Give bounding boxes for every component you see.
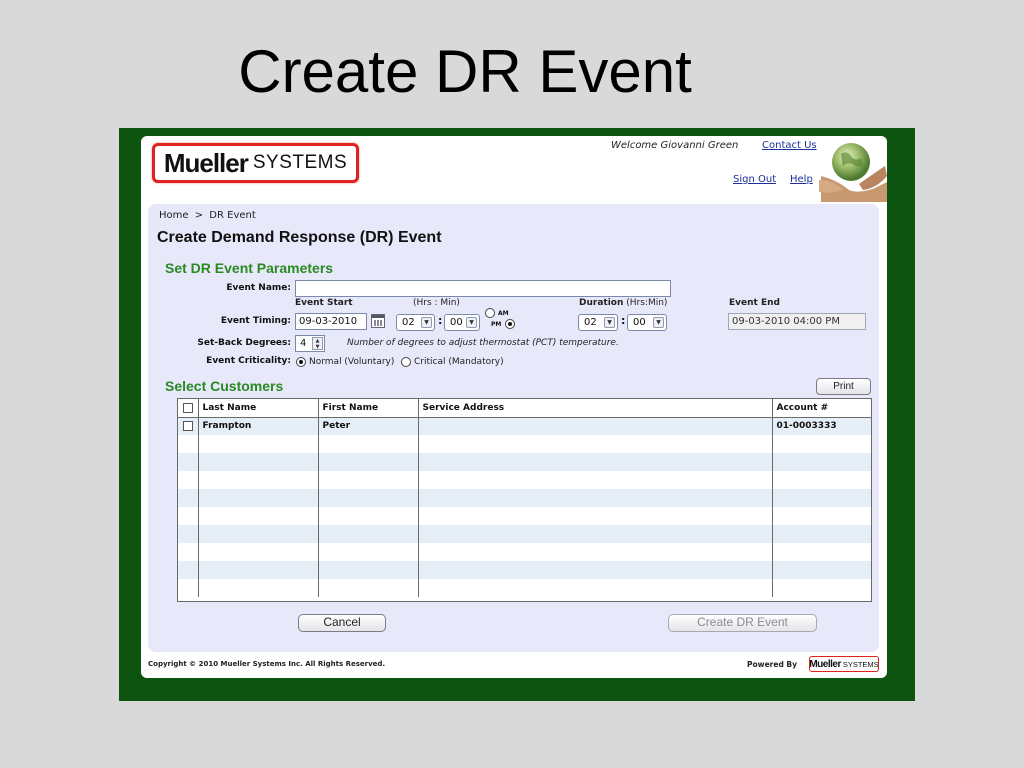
start-date-input[interactable]: 09-03-2010 [295,313,367,330]
setback-degrees-value: 4 [300,338,307,349]
help-link[interactable]: Help [790,174,813,185]
app-window: Mueller SYSTEMS Welcome Giovanni Green C… [141,136,887,678]
am-label: AM [498,310,509,317]
customers-table: Last Name First Name Service Address Acc… [177,398,872,602]
event-end-label-text: Event End [729,298,780,308]
start-hour-select[interactable]: 02 ▼ [396,314,435,331]
create-dr-event-button[interactable]: Create DR Event [668,614,817,632]
event-end-label: Event End [729,298,780,308]
table-row[interactable]: Frampton Peter 01-0003333 [178,417,871,435]
cell-service-address [417,417,772,435]
duration-minutes-select[interactable]: 00 ▼ [627,314,667,331]
duration-label: Duration (Hrs:Min) [579,298,667,308]
breadcrumb-separator: > [194,210,204,221]
stepper-buttons[interactable]: ▲ ▼ [312,337,323,350]
row-checkbox[interactable] [182,421,193,431]
event-name-label: Event Name: [226,283,291,293]
start-minute-value: 00 [450,317,463,328]
cancel-button[interactable]: Cancel [298,614,386,632]
copyright-text: Copyright © 2010 Mueller Systems Inc. Al… [148,660,386,668]
start-hour-value: 02 [402,317,415,328]
criticality-normal-label: Normal (Voluntary) [309,357,395,367]
empty-table-row [178,543,871,561]
criticality-critical-radio[interactable] [401,357,411,367]
breadcrumb-current: DR Event [209,210,256,221]
contact-us-link[interactable]: Contact Us [762,140,817,151]
event-criticality-label: Event Criticality: [206,356,291,366]
globe-in-hands-icon [819,136,887,202]
empty-table-row [178,561,871,579]
content-panel: Home > DR Event Create Demand Response (… [148,204,879,652]
mueller-logo[interactable]: Mueller SYSTEMS [152,143,359,183]
empty-table-row [178,453,871,471]
column-header-account[interactable]: Account # [771,399,871,418]
duration-hours-select[interactable]: 02 ▼ [578,314,618,331]
breadcrumb-home[interactable]: Home [159,210,189,221]
duration-minutes-value: 00 [633,317,646,328]
chevron-down-icon: ▼ [466,317,477,328]
powered-by-text: Powered By [747,660,798,669]
footer-logo-suffix: SYSTEMS [842,659,879,669]
setback-degrees-stepper[interactable]: 4 ▲ ▼ [295,335,325,352]
column-header-first-name[interactable]: First Name [317,399,418,418]
duration-unit-text: (Hrs:Min) [626,298,668,308]
column-header-service-address[interactable]: Service Address [417,399,772,418]
row-checkbox-cell [178,417,198,435]
stepper-down-icon[interactable]: ▼ [313,344,322,350]
footer-logo: Mueller SYSTEMS [809,656,879,672]
duration-label-text: Duration [579,298,624,308]
empty-table-row [178,525,871,543]
am-radio[interactable] [485,308,495,318]
welcome-text: Welcome Giovanni Green [611,140,739,151]
customers-section-title: Select Customers [165,378,284,394]
start-minute-select[interactable]: 00 ▼ [444,314,480,331]
empty-table-row [178,507,871,525]
footer-logo-brand: Mueller [809,658,841,670]
empty-table-row [178,435,871,453]
cell-account: 01-0003333 [771,417,871,435]
page-title: Create Demand Response (DR) Event [157,229,442,246]
pm-label: PM [491,321,502,328]
hrs-min-label: (Hrs : Min) [413,298,460,308]
table-header-row: Last Name First Name Service Address Acc… [178,399,871,418]
cell-last-name: Frampton [197,417,318,435]
setback-hint: Number of degrees to adjust thermostat (… [347,338,619,348]
chevron-down-icon: ▼ [653,317,664,328]
logo-brand: Mueller [163,147,249,178]
duration-colon: : [621,314,626,327]
select-all-checkbox[interactable] [182,402,193,413]
slide-title: Create DR Event [238,38,692,105]
setback-degrees-label: Set-Back Degrees: [197,338,291,348]
time-colon: : [438,314,443,327]
event-end-field: 09-03-2010 04:00 PM [728,313,866,330]
pm-radio[interactable] [505,319,515,329]
chevron-down-icon: ▼ [421,317,432,328]
duration-hours-value: 02 [584,317,597,328]
breadcrumb: Home > DR Event [159,210,259,221]
logo-suffix: SYSTEMS [252,152,348,173]
event-start-label-text: Event Start [295,298,353,308]
sign-out-link[interactable]: Sign Out [733,174,776,185]
empty-table-row [178,579,871,597]
column-header-last-name[interactable]: Last Name [197,399,318,418]
empty-table-row [178,471,871,489]
chevron-down-icon: ▼ [604,317,615,328]
parameters-section-title: Set DR Event Parameters [165,260,334,276]
empty-table-row [178,489,871,507]
calendar-icon[interactable] [371,314,385,328]
event-name-input[interactable] [295,280,671,297]
criticality-critical-label: Critical (Mandatory) [414,357,504,367]
select-all-cell [178,399,198,418]
print-button[interactable]: Print [816,378,871,395]
event-start-label: Event Start [295,298,353,308]
cell-first-name: Peter [317,417,418,435]
criticality-normal-radio[interactable] [296,357,306,367]
event-timing-label: Event Timing: [220,316,291,326]
